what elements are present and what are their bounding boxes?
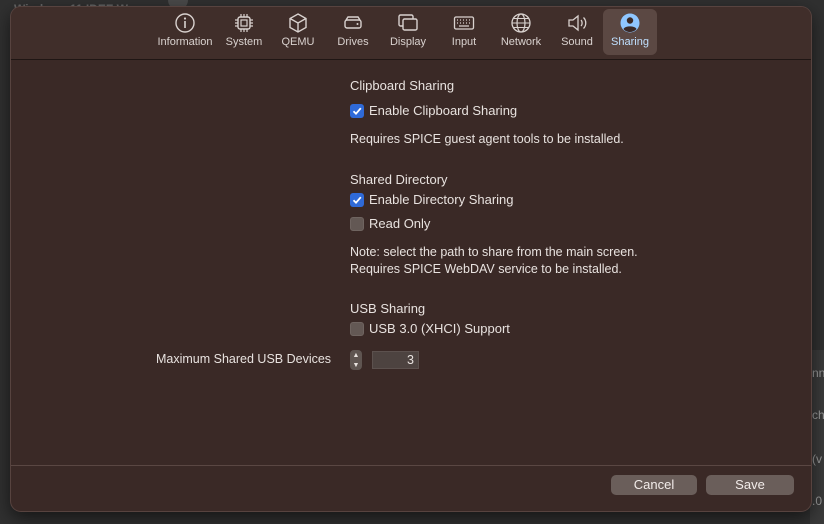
- clipboard-sharing-checkbox[interactable]: Enable Clipboard Sharing: [350, 103, 517, 118]
- clipboard-section-title: Clipboard Sharing: [350, 78, 455, 93]
- directory-note-line: Requires SPICE WebDAV service to be inst…: [350, 262, 622, 276]
- tab-bar: Information System QEMU Drives Display I…: [151, 9, 657, 55]
- tab-label: Sharing: [611, 36, 649, 48]
- cancel-button[interactable]: Cancel: [611, 475, 697, 495]
- checkbox-label: Enable Directory Sharing: [369, 192, 514, 207]
- tab-label: QEMU: [281, 36, 315, 48]
- tab-label: Sound: [561, 36, 593, 48]
- checkbox-label: USB 3.0 (XHCI) Support: [369, 321, 510, 336]
- tab-display[interactable]: Display: [379, 9, 437, 55]
- display-icon: [397, 12, 419, 34]
- max-usb-devices-label: Maximum Shared USB Devices: [156, 352, 332, 366]
- background-text: (v: [812, 452, 822, 466]
- max-usb-devices-field[interactable]: 3: [372, 351, 419, 369]
- save-button[interactable]: Save: [706, 475, 794, 495]
- tab-sharing[interactable]: Sharing: [603, 9, 657, 55]
- tab-label: Drives: [337, 36, 369, 48]
- tab-network[interactable]: Network: [491, 9, 551, 55]
- checkbox-label: Read Only: [369, 216, 431, 231]
- checkmark-icon: [352, 107, 362, 115]
- usb3-support-checkbox[interactable]: USB 3.0 (XHCI) Support: [350, 321, 510, 336]
- keyboard-icon: [453, 12, 475, 34]
- checkbox-checked[interactable]: [350, 192, 364, 207]
- tab-sound[interactable]: Sound: [551, 9, 603, 55]
- stepper-up-icon[interactable]: ▲: [353, 352, 360, 359]
- checkbox-label: Enable Clipboard Sharing: [369, 103, 518, 118]
- usb-section-title: USB Sharing: [350, 301, 426, 316]
- max-usb-devices-stepper[interactable]: ▲ ▼: [350, 350, 362, 370]
- tab-input[interactable]: Input: [437, 9, 491, 55]
- checkmark-icon: [352, 196, 362, 204]
- directory-section-title: Shared Directory: [350, 172, 448, 187]
- tab-drives[interactable]: Drives: [327, 9, 379, 55]
- sharing-pane: Clipboard Sharing Enable Clipboard Shari…: [11, 60, 811, 465]
- speaker-icon: [566, 12, 588, 34]
- tab-label: Network: [500, 36, 542, 48]
- tab-qemu[interactable]: QEMU: [269, 9, 327, 55]
- directory-sharing-checkbox[interactable]: Enable Directory Sharing: [350, 192, 514, 207]
- tab-system[interactable]: System: [219, 9, 269, 55]
- footer-divider: [11, 465, 811, 466]
- checkbox-checked[interactable]: [350, 103, 364, 118]
- background-text: nn: [812, 366, 824, 380]
- clipboard-note: Requires SPICE guest agent tools to be i…: [350, 132, 624, 146]
- cube-icon: [287, 12, 309, 34]
- directory-note-line: Note: select the path to share from the …: [350, 245, 638, 259]
- person-icon: [619, 12, 641, 34]
- tab-label: Information: [157, 36, 213, 48]
- tab-information[interactable]: Information: [151, 9, 219, 55]
- drive-icon: [342, 12, 364, 34]
- cpu-icon: [233, 12, 255, 34]
- directory-note: Note: select the path to share from the …: [350, 244, 638, 278]
- globe-icon: [510, 12, 532, 34]
- tab-label: System: [225, 36, 263, 48]
- toolbar: Information System QEMU Drives Display I…: [11, 7, 811, 60]
- checkbox-unchecked[interactable]: [350, 321, 364, 336]
- stepper-down-icon[interactable]: ▼: [353, 362, 360, 369]
- read-only-checkbox[interactable]: Read Only: [350, 216, 430, 231]
- tab-label: Input: [451, 36, 477, 48]
- tab-label: Display: [389, 36, 427, 48]
- settings-sheet: Information System QEMU Drives Display I…: [11, 7, 811, 511]
- checkbox-unchecked[interactable]: [350, 216, 364, 231]
- info-icon: [174, 12, 196, 34]
- background-text: .0: [812, 494, 823, 508]
- background-text: ch: [812, 408, 824, 422]
